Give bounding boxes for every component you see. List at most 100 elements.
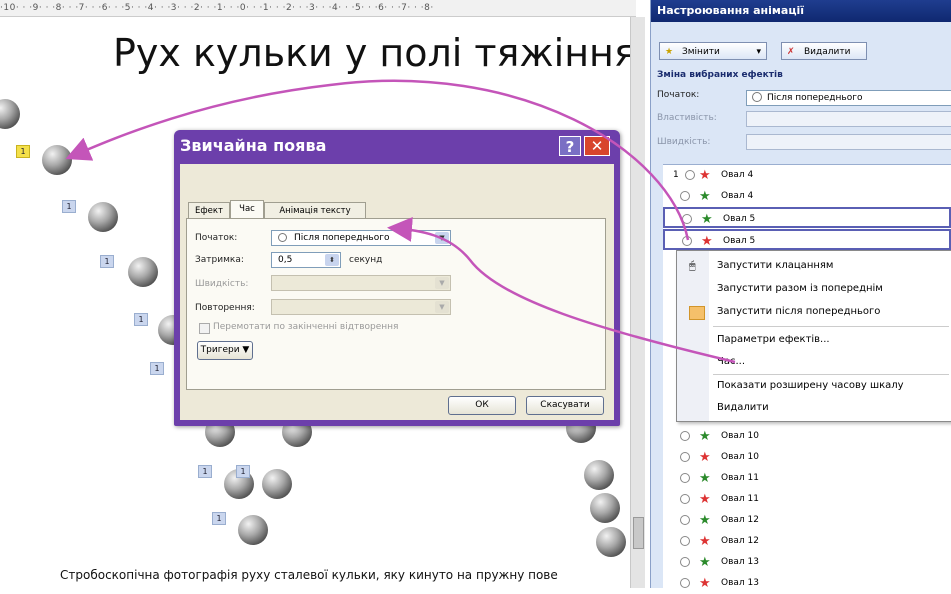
animation-order-tag[interactable]: 1 [134, 313, 148, 326]
star-icon: ★ [699, 513, 711, 528]
close-button[interactable]: ✕ [584, 136, 610, 156]
animation-order-tag[interactable]: 1 [16, 145, 30, 158]
star-icon: ★ [699, 534, 711, 549]
clock-icon [685, 170, 695, 180]
ball[interactable] [0, 99, 20, 129]
menu-item-start-on-click[interactable]: 🖱 Запустити клацанням [677, 255, 951, 277]
ball[interactable] [262, 469, 292, 499]
list-item[interactable]: ★ Овал 10 [663, 447, 951, 468]
speed-label: Швидкість: [195, 279, 249, 289]
star-icon: ★ [665, 47, 674, 57]
section-title: Зміна вибраних ефектів [657, 70, 783, 80]
animation-order-tag[interactable]: 1 [236, 465, 250, 478]
list-item-label: Овал 10 [721, 452, 759, 462]
ball[interactable] [88, 202, 118, 232]
star-icon: ★ [699, 492, 711, 507]
triggers-button[interactable]: Тригери ▼ [197, 341, 253, 360]
menu-item-show-timeline[interactable]: Показати розширену часову шкалу [677, 375, 951, 397]
animation-order-tag[interactable]: 1 [100, 255, 114, 268]
delete-effect-label: Видалити [804, 47, 851, 57]
horizontal-ruler: ·10· · ·9· · ·8· · ·7· · ·6· · ·5· · ·4·… [0, 0, 636, 17]
slide-title[interactable]: Рух кульки у полі тяжіння [113, 31, 630, 75]
animation-order-tag[interactable]: 1 [198, 465, 212, 478]
repeat-select[interactable]: ▼ [271, 299, 451, 315]
star-icon: ★ [699, 168, 711, 183]
mouse-icon: 🖱 [689, 259, 696, 272]
menu-item-start-after-previous[interactable]: Запустити після попереднього [677, 301, 951, 323]
menu-item-effect-options[interactable]: Параметри ефектів... [677, 329, 951, 351]
ball[interactable] [128, 257, 158, 287]
rewind-checkbox[interactable] [199, 323, 210, 334]
list-item-selected[interactable]: ★ Овал 5 [663, 229, 951, 250]
start-value: Після попереднього [294, 233, 390, 243]
cancel-button[interactable]: Скасувати [526, 396, 604, 415]
ball[interactable] [596, 527, 626, 557]
menu-item-timing[interactable]: Час... [677, 351, 951, 373]
list-item-label: Овал 5 [723, 236, 756, 246]
delay-input[interactable]: 0,5 ⬍ [271, 252, 341, 268]
context-menu: 🖱 Запустити клацанням Запустити разом із … [676, 250, 951, 422]
star-icon: ★ [699, 189, 711, 204]
clock-icon [752, 92, 762, 102]
spinner-icon[interactable]: ⬍ [325, 254, 339, 266]
list-item[interactable]: ★ Овал 10 [663, 426, 951, 447]
list-item-label: Овал 11 [721, 473, 759, 483]
menu-item-label: Запустити клацанням [717, 260, 834, 271]
menu-item-label: Час... [717, 356, 746, 367]
list-item-selected[interactable]: ★ Овал 5 [663, 207, 951, 228]
speed-select[interactable]: ▼ [271, 275, 451, 291]
start-select[interactable]: Після попереднього ▼ [271, 230, 451, 246]
list-item[interactable]: ★ Овал 4 [663, 186, 951, 207]
list-item-label: Овал 12 [721, 536, 759, 546]
star-icon: ★ [701, 234, 713, 249]
start-select[interactable]: Після попереднього [746, 90, 951, 106]
ball[interactable] [584, 460, 614, 490]
delete-icon: ✗ [787, 47, 795, 57]
help-button[interactable]: ? [559, 136, 581, 156]
clock-icon [680, 578, 690, 588]
animation-order-tag[interactable]: 1 [212, 512, 226, 525]
property-select[interactable] [746, 111, 951, 127]
timing-tab-pane: Початок: Після попереднього ▼ Затримка: … [186, 218, 606, 390]
clock-icon [680, 473, 690, 483]
ball[interactable] [42, 145, 72, 175]
chevron-down-icon: ▾ [756, 47, 761, 57]
tab-text-animation[interactable]: Анімація тексту [264, 202, 366, 218]
timing-dialog: Звичайна поява ? ✕ Ефект Час Анімація те… [174, 130, 620, 426]
list-item[interactable]: 1 ★ Овал 4 [663, 165, 951, 186]
list-item-number: 1 [673, 170, 679, 180]
list-item[interactable]: ★ Овал 11 [663, 468, 951, 489]
list-item[interactable]: ★ Овал 13 [663, 573, 951, 594]
change-effect-button[interactable]: ★ Змінити ▾ [659, 42, 767, 60]
chevron-down-icon[interactable]: ▼ [435, 301, 449, 313]
scrollbar-thumb[interactable] [633, 517, 644, 549]
change-effect-label: Змінити [682, 47, 720, 57]
ok-button[interactable]: ОК [448, 396, 516, 415]
menu-item-start-with-previous[interactable]: Запустити разом із попереднім [677, 278, 951, 300]
list-item[interactable]: ★ Овал 13 [663, 552, 951, 573]
ball[interactable] [590, 493, 620, 523]
animation-order-tag[interactable]: 1 [150, 362, 164, 375]
clock-icon [680, 536, 690, 546]
chevron-down-icon[interactable]: ▼ [435, 232, 449, 244]
delay-unit: секунд [349, 255, 383, 265]
star-icon: ★ [701, 212, 713, 227]
chevron-down-icon[interactable]: ▼ [435, 277, 449, 289]
clock-icon [680, 191, 690, 201]
vertical-scrollbar[interactable] [630, 17, 645, 588]
star-icon: ★ [699, 576, 711, 591]
list-item[interactable]: ★ Овал 12 [663, 531, 951, 552]
clock-icon [680, 431, 690, 441]
slide-caption[interactable]: Стробоскопічна фотографія руху сталевої … [60, 568, 558, 582]
delete-effect-button[interactable]: ✗ Видалити [781, 42, 867, 60]
list-item[interactable]: ★ Овал 11 [663, 489, 951, 510]
menu-item-remove[interactable]: Видалити [677, 397, 951, 419]
tab-timing[interactable]: Час [230, 200, 264, 218]
list-item-label: Овал 4 [721, 191, 754, 201]
tab-effect[interactable]: Ефект [188, 202, 230, 218]
speed-select[interactable] [746, 134, 951, 150]
list-item[interactable]: ★ Овал 12 [663, 510, 951, 531]
animation-order-tag[interactable]: 1 [62, 200, 76, 213]
ball[interactable] [238, 515, 268, 545]
star-icon: ★ [699, 450, 711, 465]
